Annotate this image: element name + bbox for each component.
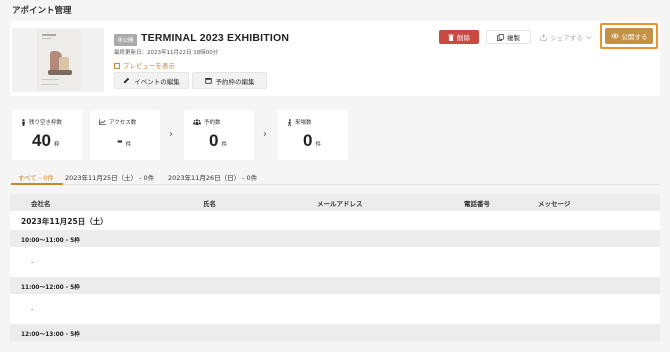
chevron-down-icon [586, 35, 592, 39]
copy-label: 複製 [507, 34, 520, 42]
delete-button[interactable]: 削除 [439, 30, 479, 44]
column-header: 会社名 [31, 200, 51, 208]
stat-value: 40 [32, 131, 51, 150]
stat-unit: 件 [315, 142, 321, 148]
stat-reservations: 予約数 0件 [184, 110, 254, 160]
time-slot-row: 10:00〜11:00 - 5枠 [10, 230, 660, 247]
publish-highlight: 公開する [600, 23, 658, 49]
share-label: シェアする [550, 34, 583, 42]
stat-visitors: 来場数 0件 [278, 110, 348, 160]
time-slot-row: 12:00〜13:00 - 5枠 [10, 324, 660, 341]
stat-value: - [117, 131, 123, 150]
date-group-row: 2023年11月25日（土） [10, 211, 660, 230]
column-header: 電話番号 [464, 200, 490, 208]
stat-access-count: アクセス数 -件 [90, 110, 160, 160]
page-title: アポイント管理 [12, 6, 72, 16]
table-row: - [10, 247, 660, 277]
status-badge: 非公開 [114, 34, 137, 46]
column-header: 氏名 [203, 200, 216, 208]
share-icon [540, 33, 547, 41]
time-slot-label: 11:00〜12:00 - 5枠 [21, 285, 80, 291]
chevron-right-icon: › [263, 129, 267, 140]
calendar-icon [204, 77, 212, 84]
stat-unit: 枠 [53, 142, 60, 148]
preview-link[interactable]: プレビューを表示 [114, 60, 175, 70]
stat-label: 予約数 [204, 120, 221, 126]
tab-all[interactable]: すべて - 0件 [18, 172, 54, 182]
stat-label: アクセス数 [109, 120, 137, 126]
edit-slots-button[interactable]: 予約枠の編集 [192, 72, 267, 89]
edit-event-button[interactable]: イベントの編集 [114, 72, 189, 89]
table-row: - [10, 294, 660, 324]
table-header: 会社名 氏名 メールアドレス 電話番号 メッセージ [10, 194, 660, 211]
copy-icon [497, 33, 504, 41]
active-tab-indicator [11, 183, 63, 185]
stat-remaining-slots: 残り空き枠数 40 枠 [12, 110, 82, 160]
event-summary-card: 非公開 TERMINAL 2023 EXHIBITION 最終更新日：2023年… [10, 21, 660, 96]
preview-link-label: プレビューを表示 [123, 62, 175, 70]
share-button[interactable]: シェアする [535, 30, 597, 44]
stat-value: 0 [303, 131, 313, 150]
empty-cell: - [31, 305, 34, 313]
time-slot-label: 12:00〜13:00 - 5枠 [21, 332, 80, 338]
person-icon [21, 118, 26, 126]
edit-slots-label: 予約枠の編集 [215, 77, 255, 86]
poster-image [38, 31, 80, 89]
group-icon [193, 119, 201, 125]
trash-icon [448, 33, 454, 41]
walking-icon [287, 118, 292, 126]
stat-label: 残り空き枠数 [29, 120, 63, 126]
delete-label: 削除 [457, 34, 470, 42]
last-updated: 最終更新日：2023年11月22日 18時00分 [114, 50, 219, 56]
column-header: メッセージ [538, 200, 571, 208]
column-header: メールアドレス [317, 200, 363, 208]
date-tabs: すべて - 0件 2023年11月25日（土） - 0件 2023年11月26日… [10, 171, 660, 185]
stat-label: 来場数 [295, 120, 312, 126]
stat-unit: 件 [125, 142, 132, 148]
reservation-table: 会社名 氏名 メールアドレス 電話番号 メッセージ 2023年11月25日（土）… [10, 194, 660, 341]
copy-button[interactable]: 複製 [486, 30, 531, 44]
pencil-icon [123, 77, 130, 84]
stat-unit: 件 [221, 142, 227, 148]
date-group-label: 2023年11月25日（土） [21, 217, 108, 226]
chevron-right-icon: › [169, 129, 173, 140]
stat-value: 0 [209, 131, 219, 150]
empty-cell: - [31, 258, 34, 266]
event-title: TERMINAL 2023 EXHIBITION [141, 32, 290, 44]
external-link-icon [114, 63, 120, 69]
chart-icon [99, 119, 106, 125]
publish-label: 公開する [621, 33, 648, 41]
tab-2023-11-26[interactable]: 2023年11月26日（日） - 0件 [168, 172, 257, 182]
publish-button[interactable]: 公開する [605, 28, 653, 44]
eye-icon [610, 33, 619, 39]
time-slot-row: 11:00〜12:00 - 5枠 [10, 277, 660, 294]
tab-2023-11-25[interactable]: 2023年11月25日（土） - 0件 [65, 172, 154, 182]
time-slot-label: 10:00〜11:00 - 5枠 [21, 238, 80, 244]
edit-event-label: イベントの編集 [134, 77, 180, 86]
event-thumbnail[interactable] [12, 28, 104, 92]
